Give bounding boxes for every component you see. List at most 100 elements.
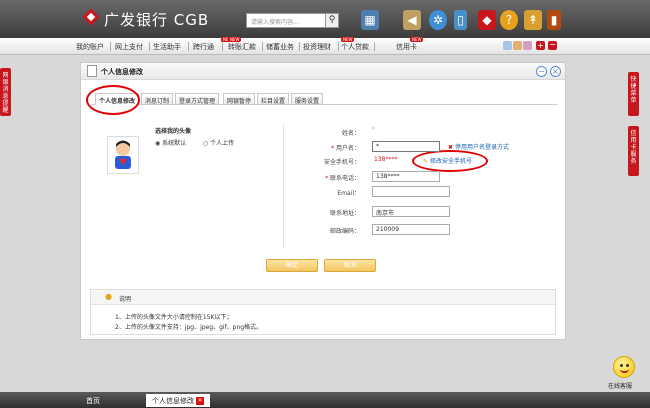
phone-icon[interactable]: ▯ [454, 10, 467, 30]
avatar[interactable] [107, 136, 139, 174]
name-label: 姓名： [341, 130, 360, 137]
eye-icon [620, 364, 623, 367]
signpost-icon[interactable]: ↟ [524, 10, 542, 30]
tab-login-method[interactable]: 登录方式管理 [175, 93, 220, 105]
tab-ebank-pause[interactable]: 网银暂停 [223, 93, 256, 105]
confirm-button[interactable]: 确定 [266, 259, 318, 272]
email-label: Email： [337, 190, 360, 197]
theme-pink-icon[interactable] [523, 41, 532, 50]
notes-box: ● 说明 1、上传的头像文件大小请控制在15K以下； 2、上传的头像文件支持：j… [90, 289, 556, 335]
smile-icon [620, 369, 629, 373]
avatar-heading: 选择我的头像 [155, 128, 192, 135]
credit-card-service-tab[interactable]: 信用卡服务 [628, 126, 639, 176]
modify-phone-link[interactable]: ✎ 修改安全手机号 [423, 156, 472, 165]
close-icon[interactable]: × [550, 66, 561, 77]
username-label: * 用户名： [331, 145, 360, 152]
search-icon[interactable]: ⚲ [325, 13, 339, 28]
annotation-ring [86, 85, 140, 115]
new-badge: NEW [228, 37, 242, 42]
disable-icon: ✖ [448, 144, 455, 151]
pencil-icon: ✎ [423, 158, 430, 165]
eye-icon [626, 364, 629, 367]
task-label: 个人信息修改 [152, 397, 194, 405]
zip-label: 邮政编码： [329, 228, 360, 235]
nav-personal-loan[interactable]: 个人贷款 NEW [341, 37, 369, 52]
cgb-logo-icon [82, 8, 100, 26]
minus-icon[interactable]: − [548, 41, 557, 50]
nav-interbank[interactable]: 跨行通NEW [193, 37, 235, 52]
left-message-tab[interactable]: 网银消息提醒 [0, 68, 11, 116]
cancel-button[interactable]: 取消 [324, 259, 376, 272]
notes-header: ● 说明 [91, 290, 555, 305]
task-home[interactable]: 首页 [80, 394, 106, 407]
nav-label: 跨行通 [193, 43, 214, 51]
tab-message-subscribe[interactable]: 消息订制 [141, 93, 174, 105]
theme-orange-icon[interactable] [513, 41, 522, 50]
zip-field[interactable]: 210009 [372, 224, 450, 235]
nav-credit-card[interactable]: 信用卡 NEW [396, 37, 424, 52]
section-divider [283, 124, 284, 248]
phone-label: 安全手机号： [323, 159, 360, 166]
disable-username-text: 停用用户名登录方式 [454, 144, 509, 151]
brand-name: 广发银行 CGB [104, 11, 210, 29]
task-personal-info[interactable]: 个人信息修改 ✕ [146, 394, 210, 407]
notes-title: 说明 [119, 296, 132, 303]
online-service-icon[interactable] [613, 356, 635, 378]
avatar-upload-label: 个人上传 [210, 140, 235, 147]
nav-label: 转账汇款 [228, 43, 256, 51]
note-line-2: 2、上传的头像文件支持：jpg、jpeg、gif、png格式。 [115, 324, 263, 331]
tab-column-settings[interactable]: 栏目设置 [257, 93, 290, 105]
shield-icon[interactable]: ◆ [478, 10, 496, 30]
theme-blue-icon[interactable] [503, 41, 512, 50]
modify-phone-text: 修改安全手机号 [429, 158, 472, 165]
nav-transfer[interactable]: 转账汇款 NEW [228, 37, 256, 52]
avatar-default-option[interactable]: ◉ 系统默认 [155, 138, 186, 147]
nav-divider [338, 42, 339, 51]
minimize-icon[interactable]: − [536, 66, 547, 77]
nav-my-account[interactable]: 我的账户 [76, 42, 104, 52]
address-label: 联系地址： [329, 210, 360, 217]
search-input[interactable]: 请输入搜索内容... [246, 13, 328, 28]
nav-divider [110, 42, 111, 51]
calendar-icon[interactable]: ▦ [361, 10, 379, 30]
help-icon[interactable]: ? [500, 10, 518, 30]
nav-label: 个人贷款 [341, 43, 369, 51]
nav-investment[interactable]: 投资理财 [303, 42, 331, 52]
avatar-upload-option[interactable]: ○ 个人上传 [203, 138, 234, 147]
logout-icon[interactable]: ▮ [547, 10, 561, 30]
nav-divider [188, 42, 189, 51]
note-line-1: 1、上传的头像文件大小请控制在15K以下； [115, 314, 233, 321]
taskbar: 首页 个人信息修改 ✕ [0, 392, 650, 408]
online-service-label[interactable]: 在线客服 [608, 381, 632, 390]
username-field[interactable]: * [372, 141, 440, 152]
tab-service-settings[interactable]: 服务设置 [291, 93, 324, 105]
nav-savings[interactable]: 储蓄业务 [266, 42, 294, 52]
main-nav: 我的账户 网上支付 生活助手 跨行通NEW 转账汇款NEW 储蓄业务 投资理财 … [0, 37, 650, 55]
nav-divider [299, 42, 300, 51]
email-field[interactable] [372, 186, 450, 197]
plus-icon[interactable]: + [536, 41, 545, 50]
nav-life-assistant[interactable]: 生活助手 [153, 42, 181, 52]
address-field[interactable]: 南京市 [372, 206, 450, 217]
contact-label: * 联系电话： [325, 175, 360, 182]
document-icon [87, 65, 97, 77]
quick-menu-tab[interactable]: 快捷菜单 [628, 72, 639, 116]
nav-online-pay[interactable]: 网上支付 [115, 42, 143, 52]
nav-divider [374, 42, 375, 51]
close-icon[interactable]: ✕ [196, 397, 204, 405]
top-bar: 广发银行 CGB 请输入搜索内容... ⚲ ▦ ◀ ✲ ▯ ◆ ? ↟ ▮ [0, 0, 650, 38]
speaker-icon[interactable]: ◀ [403, 10, 421, 30]
phone-value: 138**** [374, 156, 398, 163]
username-label-text: 用户名： [335, 145, 360, 152]
nav-divider [149, 42, 150, 51]
avatar-default-label: 系统默认 [162, 140, 187, 147]
contact-label-text: 联系电话： [329, 175, 360, 182]
tab-bar: 个人信息修改 消息订制 登录方式管理 网银暂停 栏目设置 服务设置 [91, 91, 557, 105]
disable-username-link[interactable]: ✖ 停用用户名登录方式 [448, 142, 509, 151]
nav-label: 信用卡 [396, 43, 417, 51]
nav-divider [262, 42, 263, 51]
new-badge: NEW [410, 37, 424, 42]
contact-phone-field[interactable]: 138**** [372, 171, 440, 182]
lightbulb-icon: ● [105, 292, 112, 301]
gear-icon[interactable]: ✲ [429, 10, 447, 30]
